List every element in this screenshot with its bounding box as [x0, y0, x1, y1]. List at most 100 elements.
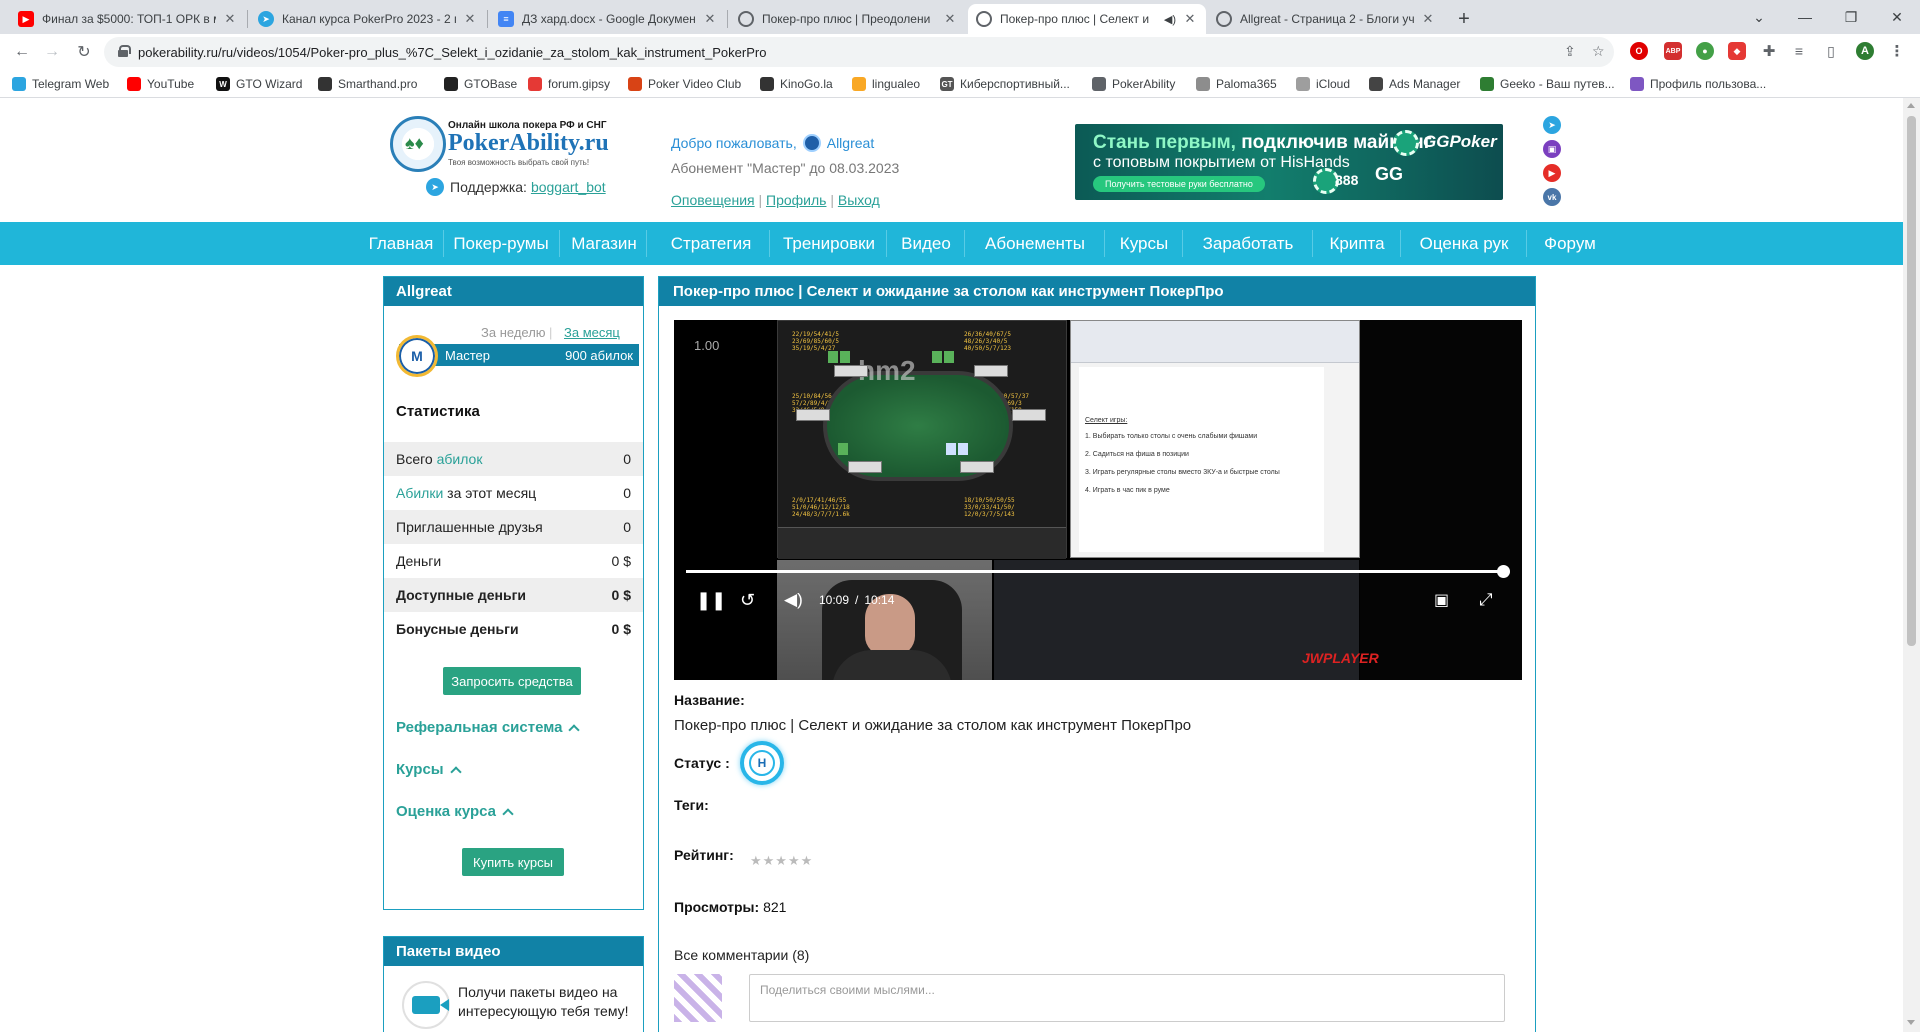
- browser-tab[interactable]: ≡ ДЗ хард.docx - Google Докумен ✕: [490, 4, 726, 34]
- vk-social-icon[interactable]: vk: [1543, 188, 1561, 206]
- player-seat: [974, 365, 1008, 377]
- period-month[interactable]: За месяц: [564, 325, 620, 340]
- twitch-social-icon[interactable]: ▣: [1543, 140, 1561, 158]
- close-window-button[interactable]: ✕: [1874, 4, 1920, 30]
- nav-item[interactable]: Стратегия: [654, 222, 768, 265]
- menu-kebab-icon[interactable]: ⋮: [1888, 42, 1906, 60]
- reload-icon[interactable]: ↻: [72, 40, 96, 64]
- bookmark-item[interactable]: W GTO Wizard: [216, 76, 302, 92]
- close-icon[interactable]: ✕: [462, 11, 478, 27]
- nav-item[interactable]: Заработать: [1185, 222, 1311, 265]
- puzzle-icon[interactable]: ✚: [1760, 42, 1778, 60]
- speaker-icon[interactable]: ◀): [1164, 13, 1176, 26]
- bookmark-item[interactable]: iCloud: [1296, 76, 1350, 92]
- telegram-social-icon[interactable]: ➤: [1543, 116, 1561, 134]
- forward-arrow-icon[interactable]: →: [40, 40, 64, 64]
- nav-item[interactable]: Видео: [889, 222, 963, 265]
- browser-tab[interactable]: Покер-про плюс | Преодолени ✕: [730, 4, 966, 34]
- youtube-social-icon[interactable]: ▶: [1543, 164, 1561, 182]
- buy-courses-button[interactable]: Купить курсы: [462, 848, 564, 876]
- restore-button[interactable]: ❐: [1828, 4, 1874, 30]
- nav-divider: [646, 230, 647, 257]
- bookmark-item[interactable]: Telegram Web: [12, 76, 109, 92]
- bookmark-item[interactable]: GT Киберспортивный...: [940, 76, 1070, 92]
- nav-item[interactable]: Оценка рук: [1403, 222, 1525, 265]
- profile-avatar[interactable]: A: [1856, 42, 1874, 60]
- bookmark-item[interactable]: forum.gipsy: [528, 76, 610, 92]
- bookmark-star-icon[interactable]: ☆: [1592, 43, 1605, 60]
- bookmark-item[interactable]: Профиль пользова...: [1630, 76, 1766, 92]
- video-player[interactable]: 1.00 22/19/54/41/5 23/69/85/60/5 35/19/5/4…: [674, 320, 1522, 680]
- bookmark-item[interactable]: GTOBase: [444, 76, 517, 92]
- nav-item[interactable]: Главная: [360, 222, 442, 265]
- picture-in-picture-icon[interactable]: ▣: [1434, 582, 1449, 618]
- close-icon[interactable]: ✕: [702, 11, 718, 27]
- browser-tab[interactable]: ➤ Канал курса PokerPro 2023 - 2 п ✕: [250, 4, 486, 34]
- user-avatar[interactable]: [802, 134, 821, 152]
- fullscreen-icon[interactable]: ⤢: [1479, 582, 1493, 618]
- support-bot-link[interactable]: boggart_bot: [531, 179, 606, 195]
- ad-banner[interactable]: Стань первым, подключив майнинг с топовы…: [1075, 124, 1503, 200]
- scroll-down-arrow[interactable]: [1907, 1020, 1915, 1025]
- nav-item[interactable]: Курсы: [1107, 222, 1181, 265]
- bookmark-item[interactable]: Ads Manager: [1369, 76, 1460, 92]
- opera-vpn-extension-icon[interactable]: O: [1630, 42, 1648, 60]
- nav-item[interactable]: Тренировки: [773, 222, 885, 265]
- username-link[interactable]: Allgreat: [827, 135, 874, 151]
- browser-tab-active[interactable]: Покер-про плюс | Селект и ◀) ✕: [968, 4, 1206, 34]
- accordion-referral[interactable]: Реферальная система: [396, 719, 581, 736]
- bookmark-item[interactable]: Geeko - Ваш путев...: [1480, 76, 1615, 92]
- bookmark-item[interactable]: YouTube: [127, 76, 194, 92]
- share-icon[interactable]: ⇪: [1564, 43, 1576, 60]
- close-icon[interactable]: ✕: [942, 11, 958, 27]
- site-logo[interactable]: Онлайн школа покера РФ и СНГ PokerAbilit…: [390, 116, 620, 176]
- profile-link[interactable]: Профиль: [766, 192, 826, 208]
- comment-input[interactable]: [749, 974, 1505, 1022]
- tab-search-icon[interactable]: ⌄: [1736, 4, 1782, 30]
- minimize-button[interactable]: —: [1782, 4, 1828, 30]
- bookmark-item[interactable]: Paloma365: [1196, 76, 1277, 92]
- back-arrow-icon[interactable]: ←: [10, 40, 34, 64]
- period-week[interactable]: За неделю: [481, 325, 546, 340]
- banner-cta[interactable]: Получить тестовые руки бесплатно: [1093, 176, 1265, 192]
- green-extension-icon[interactable]: ●: [1696, 42, 1714, 60]
- rating-stars[interactable]: ★★★★★: [750, 853, 813, 869]
- tab-title: Покер-про плюс | Селект и: [1000, 12, 1150, 26]
- adblock-extension-icon[interactable]: ABP: [1664, 42, 1682, 60]
- rewind-10-icon[interactable]: ↺: [740, 582, 755, 618]
- progress-knob[interactable]: [1497, 565, 1510, 578]
- close-icon[interactable]: ✕: [1420, 11, 1436, 27]
- nav-item[interactable]: Абонементы: [967, 222, 1103, 265]
- accordion-courses[interactable]: Курсы: [396, 761, 462, 778]
- pause-icon[interactable]: ❚❚: [696, 582, 726, 618]
- abilki-link[interactable]: Абилки: [396, 485, 443, 501]
- request-funds-button[interactable]: Запросить средства: [443, 667, 581, 695]
- close-icon[interactable]: ✕: [222, 11, 238, 27]
- browser-tab[interactable]: Allgreat - Страница 2 - Блоги уч ✕: [1208, 4, 1444, 34]
- lock-icon[interactable]: [118, 45, 131, 57]
- notifications-link[interactable]: Оповещения: [671, 192, 755, 208]
- side-panel-icon[interactable]: ▯: [1822, 42, 1840, 60]
- scrollbar-thumb[interactable]: [1907, 116, 1916, 646]
- new-tab-button[interactable]: +: [1451, 6, 1477, 32]
- nav-item[interactable]: Крипта: [1315, 222, 1399, 265]
- close-icon[interactable]: ✕: [1182, 11, 1198, 27]
- accordion-course-rating[interactable]: Оценка курса: [396, 803, 514, 820]
- scroll-up-arrow[interactable]: [1907, 103, 1915, 108]
- volume-icon[interactable]: ◀): [784, 582, 803, 618]
- media-queue-icon[interactable]: ≡: [1790, 42, 1808, 60]
- abilki-link[interactable]: абилок: [437, 451, 483, 467]
- shield-extension-icon[interactable]: ◆: [1728, 42, 1746, 60]
- browser-tab[interactable]: ▶ Финал за $5000: ТОП-1 ОРК в м ✕: [10, 4, 246, 34]
- bookmark-item[interactable]: PokerAbility: [1092, 76, 1175, 92]
- bookmark-item[interactable]: Smarthand.pro: [318, 76, 417, 92]
- address-bar[interactable]: pokerability.ru/ru/videos/1054/Poker-pro…: [104, 37, 1614, 67]
- page-scrollbar[interactable]: [1903, 98, 1920, 1032]
- bookmark-item[interactable]: Poker Video Club: [628, 76, 741, 92]
- nav-item[interactable]: Покер-румы: [444, 222, 558, 265]
- logout-link[interactable]: Выход: [838, 192, 880, 208]
- nav-item[interactable]: Форум: [1529, 222, 1611, 265]
- nav-item[interactable]: Магазин: [563, 222, 645, 265]
- bookmark-item[interactable]: lingualeo: [852, 76, 920, 92]
- bookmark-item[interactable]: KinoGo.la: [760, 76, 833, 92]
